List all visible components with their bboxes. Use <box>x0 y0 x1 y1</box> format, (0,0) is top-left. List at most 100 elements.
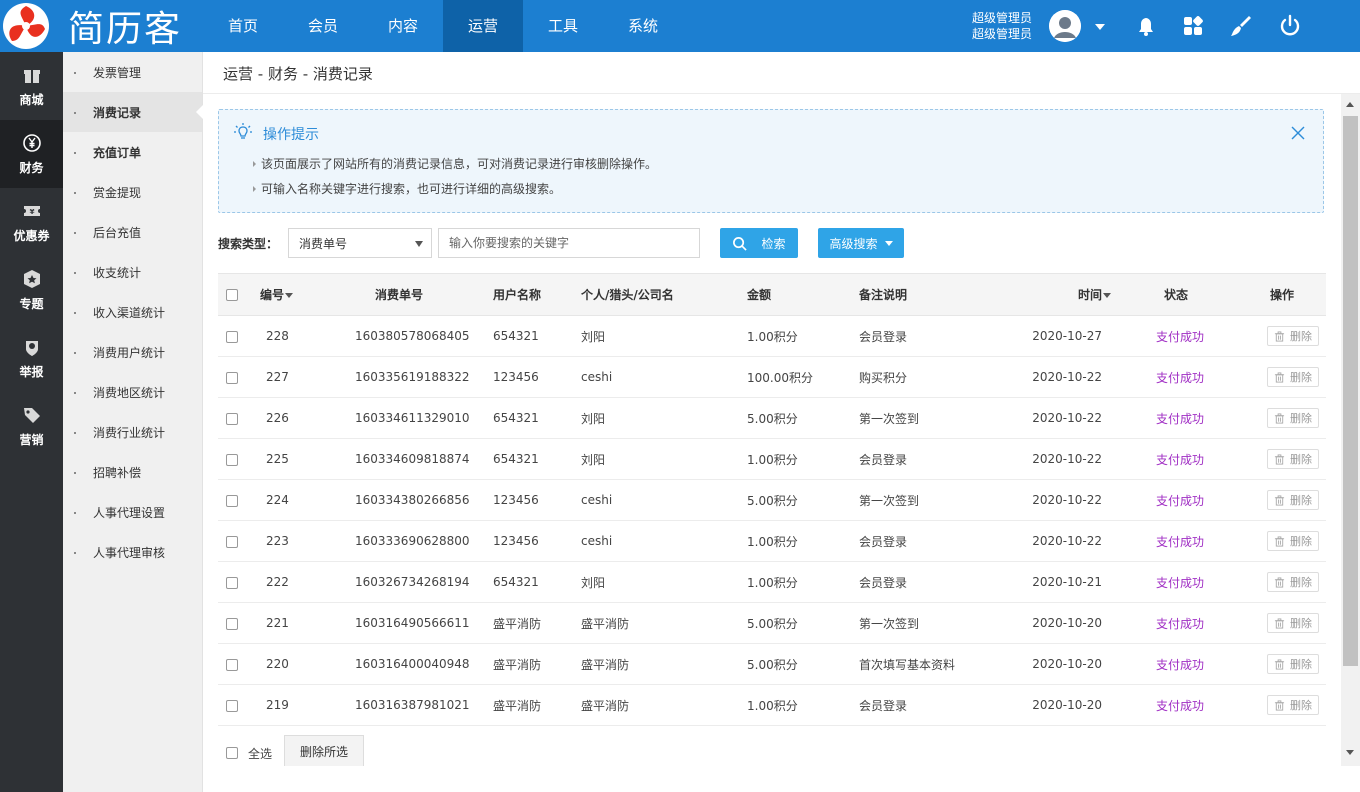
search-type-select[interactable]: 消费单号 <box>288 228 432 258</box>
cell-id: 226 <box>252 397 347 439</box>
submenu-item-consume-industry-stats[interactable]: 消费行业统计 <box>63 412 202 452</box>
scroll-down-arrow-icon[interactable] <box>1346 750 1354 755</box>
scroll-up-arrow-icon[interactable] <box>1346 102 1354 107</box>
delete-row-button[interactable]: 删除 <box>1267 326 1319 346</box>
nav-home[interactable]: 首页 <box>203 0 283 52</box>
advanced-search-button[interactable]: 高级搜索 <box>818 228 904 258</box>
breadcrumb: 运营 - 财务 - 消费记录 <box>203 52 1360 94</box>
submenu-item-income-channel-stats[interactable]: 收入渠道统计 <box>63 292 202 332</box>
row-checkbox[interactable] <box>226 535 238 548</box>
row-checkbox[interactable] <box>226 330 238 343</box>
sort-caret-icon <box>285 293 294 298</box>
sort-by-id[interactable]: 编号 <box>252 273 347 316</box>
submenu-item-income-expense-stats[interactable]: 收支统计 <box>63 252 202 292</box>
nav-content[interactable]: 内容 <box>363 0 443 52</box>
clear-cache-brush-icon[interactable] <box>1229 14 1253 38</box>
trash-icon <box>1274 576 1285 588</box>
sidebar-item-coupon[interactable]: ¥ 优惠券 <box>0 188 63 256</box>
user-menu-caret-icon[interactable] <box>1095 24 1105 30</box>
delete-row-button[interactable]: 删除 <box>1267 490 1319 510</box>
sort-by-time[interactable]: 时间 <box>1022 273 1144 316</box>
delete-selected-button[interactable]: 删除所选 <box>284 735 364 767</box>
nav-system[interactable]: 系统 <box>603 0 683 52</box>
cell-remark: 第一次签到 <box>859 397 1022 439</box>
row-checkbox[interactable] <box>226 453 238 466</box>
submenu-item-hr-agency-review[interactable]: 人事代理审核 <box>63 532 202 572</box>
search-button-label: 检索 <box>761 236 786 251</box>
sidebar-item-label: 优惠券 <box>13 228 50 243</box>
power-icon[interactable] <box>1278 14 1302 38</box>
nav-member[interactable]: 会员 <box>283 0 363 52</box>
cell-time: 2020-10-22 <box>1022 356 1144 398</box>
delete-row-label: 删除 <box>1290 617 1312 630</box>
submenu-item-recruit-compensation[interactable]: 招聘补偿 <box>63 452 202 492</box>
row-checkbox[interactable] <box>226 494 238 507</box>
sidebar-item-finance[interactable]: 财务 <box>0 120 63 188</box>
cell-order-no: 160335619188322 <box>347 356 493 398</box>
submenu-item-consume-user-stats[interactable]: 消费用户统计 <box>63 332 202 372</box>
submenu-item-hr-agency-settings[interactable]: 人事代理设置 <box>63 492 202 532</box>
cell-amount: 1.00积分 <box>747 684 859 726</box>
search-bar: 搜索类型： 消费单号 检索 高级搜索 <box>218 228 1338 258</box>
cell-remark: 第一次签到 <box>859 602 1022 644</box>
cell-username: 123456 <box>493 479 581 521</box>
cell-id: 224 <box>252 479 347 521</box>
row-checkbox[interactable] <box>226 699 238 712</box>
tip-line-2: 可输入名称关键字进行搜索，也可进行详细的高级搜索。 <box>252 182 562 196</box>
submenu-item-admin-recharge[interactable]: 后台充值 <box>63 212 202 252</box>
status-badge: 支付成功 <box>1156 616 1205 631</box>
cell-id: 228 <box>252 315 347 357</box>
submenu-item-consume-records[interactable]: 消费记录 <box>63 92 203 132</box>
select-all-checkbox[interactable] <box>226 747 238 759</box>
logo[interactable]: 简历客 <box>0 0 205 52</box>
delete-row-label: 删除 <box>1290 699 1312 712</box>
header-checkbox[interactable] <box>226 289 238 301</box>
submenu-item-recharge-orders[interactable]: 充值订单 <box>63 132 202 172</box>
trash-icon <box>1274 330 1285 342</box>
advanced-search-label: 高级搜索 <box>829 236 878 251</box>
cell-name: 盛平消防 <box>581 684 747 726</box>
delete-row-button[interactable]: 删除 <box>1267 531 1319 551</box>
row-checkbox[interactable] <box>226 371 238 384</box>
nav-operation[interactable]: 运营 <box>443 0 523 52</box>
records-table: 编号 消费单号 用户名称 个人/猎头/公司名 金额 备注说明 时间 状态 操作 … <box>218 273 1326 726</box>
cell-username: 123456 <box>493 520 581 562</box>
apps-grid-icon[interactable] <box>1181 14 1205 38</box>
delete-row-button[interactable]: 删除 <box>1267 695 1319 715</box>
sidebar-item-report[interactable]: 举报 <box>0 324 63 392</box>
sidebar-item-marketing[interactable]: 营销 <box>0 392 63 460</box>
close-icon[interactable] <box>1291 126 1305 140</box>
search-input[interactable] <box>438 228 700 258</box>
row-checkbox[interactable] <box>226 412 238 425</box>
delete-row-button[interactable]: 删除 <box>1267 408 1319 428</box>
select-all-label[interactable]: 全选 <box>248 745 272 762</box>
scroll-thumb[interactable] <box>1343 116 1358 666</box>
status-badge: 支付成功 <box>1156 452 1205 467</box>
bell-icon[interactable] <box>1134 14 1158 38</box>
delete-row-button[interactable]: 删除 <box>1267 367 1319 387</box>
delete-row-label: 删除 <box>1290 535 1312 548</box>
nav-tools[interactable]: 工具 <box>523 0 603 52</box>
row-checkbox[interactable] <box>226 617 238 630</box>
submenu-item-invoice[interactable]: 发票管理 <box>63 52 202 92</box>
cell-id: 222 <box>252 561 347 603</box>
status-badge: 支付成功 <box>1156 534 1205 549</box>
sidebar-item-topic[interactable]: 专题 <box>0 256 63 324</box>
delete-row-button[interactable]: 删除 <box>1267 449 1319 469</box>
submenu-item-consume-region-stats[interactable]: 消费地区统计 <box>63 372 202 412</box>
delete-row-button[interactable]: 删除 <box>1267 572 1319 592</box>
cell-id: 227 <box>252 356 347 398</box>
sidebar-item-mall[interactable]: 商城 <box>0 52 63 120</box>
avatar[interactable] <box>1049 10 1081 42</box>
row-checkbox[interactable] <box>226 576 238 589</box>
submenu-item-bounty-withdraw[interactable]: 赏金提现 <box>63 172 202 212</box>
cell-amount: 5.00积分 <box>747 602 859 644</box>
user-names[interactable]: 超级管理员 超级管理员 <box>956 10 1032 42</box>
row-checkbox[interactable] <box>226 658 238 671</box>
delete-row-button[interactable]: 删除 <box>1267 654 1319 674</box>
table-row: 223 160333690628800 123456 ceshi 1.00积分 会员登录 2… <box>218 520 1326 562</box>
table-row: 225 160334609818874 654321 刘阳 1.00积分 会员登录 2020… <box>218 438 1326 480</box>
delete-row-button[interactable]: 删除 <box>1267 613 1319 633</box>
search-button[interactable]: 检索 <box>720 228 798 258</box>
vertical-scrollbar[interactable] <box>1341 94 1360 766</box>
